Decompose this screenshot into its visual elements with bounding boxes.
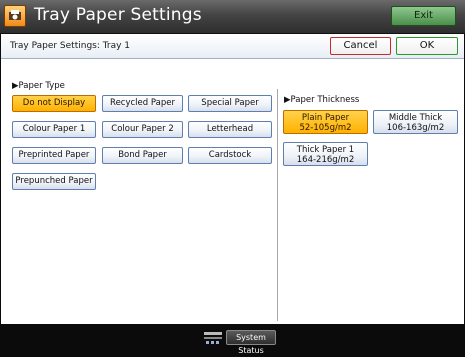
thickness-middle-thick[interactable]: Middle Thick 106-163g/m2: [373, 110, 458, 134]
system-status-icon: [203, 330, 223, 344]
paper-type-cardstock[interactable]: Cardstock: [188, 147, 272, 164]
main-panel: Tray Paper Settings: Tray 1 Cancel OK ▶P…: [1, 34, 464, 324]
paper-type-letterhead[interactable]: Letterhead: [188, 121, 272, 138]
subheader: Tray Paper Settings: Tray 1 Cancel OK: [1, 34, 464, 59]
paper-type-colour-1[interactable]: Colour Paper 1: [12, 121, 96, 138]
paper-type-preprinted[interactable]: Preprinted Paper: [12, 147, 96, 164]
printer-settings-icon: [4, 5, 26, 27]
title-bar: Tray Paper Settings Exit: [0, 0, 465, 34]
paper-type-prepunched[interactable]: Prepunched Paper: [12, 173, 96, 190]
paper-type-do-not-display[interactable]: Do not Display: [12, 95, 96, 112]
thickness-thick-paper-1[interactable]: Thick Paper 1 164-216g/m2: [283, 142, 368, 166]
window-title: Tray Paper Settings: [34, 5, 202, 25]
ok-button[interactable]: OK: [396, 37, 458, 55]
system-status-button[interactable]: System Status: [226, 330, 276, 355]
paper-thickness-label: ▶Paper Thickness: [284, 95, 360, 105]
cancel-button[interactable]: Cancel: [330, 37, 391, 55]
section-divider: [277, 89, 278, 321]
paper-type-bond[interactable]: Bond Paper: [102, 147, 183, 164]
paper-type-special[interactable]: Special Paper: [188, 95, 272, 112]
exit-button[interactable]: Exit: [391, 6, 456, 26]
paper-type-recycled[interactable]: Recycled Paper: [102, 95, 183, 112]
breadcrumb: Tray Paper Settings: Tray 1: [10, 41, 131, 51]
paper-type-colour-2[interactable]: Colour Paper 2: [102, 121, 183, 138]
thickness-plain-paper[interactable]: Plain Paper 52-105g/m2: [283, 110, 368, 134]
paper-type-label: ▶Paper Type: [12, 81, 65, 91]
